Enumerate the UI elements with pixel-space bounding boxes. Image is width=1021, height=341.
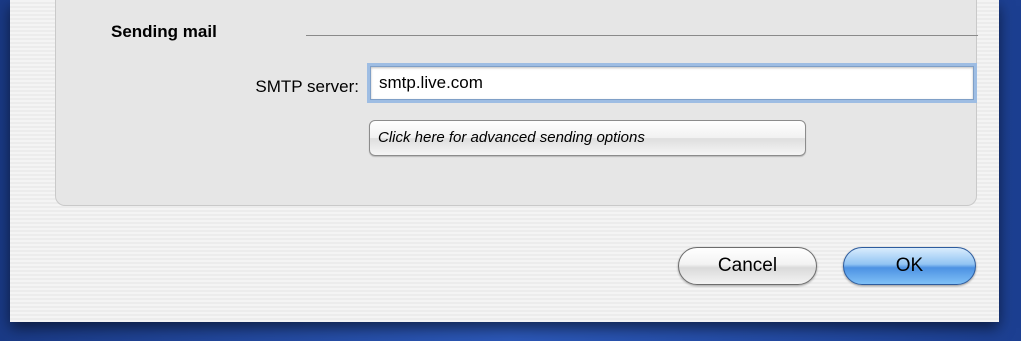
section-divider xyxy=(306,35,978,36)
sending-mail-group: Sending mail SMTP server: Click here for… xyxy=(55,0,978,206)
ok-button[interactable]: OK xyxy=(843,247,976,285)
preferences-dialog: Sending mail SMTP server: Click here for… xyxy=(10,0,999,322)
smtp-server-input[interactable] xyxy=(370,66,974,100)
advanced-sending-options-button[interactable]: Click here for advanced sending options xyxy=(369,120,806,156)
smtp-server-label: SMTP server: xyxy=(255,77,359,96)
cancel-button[interactable]: Cancel xyxy=(678,247,817,285)
section-title: Sending mail xyxy=(111,22,217,41)
